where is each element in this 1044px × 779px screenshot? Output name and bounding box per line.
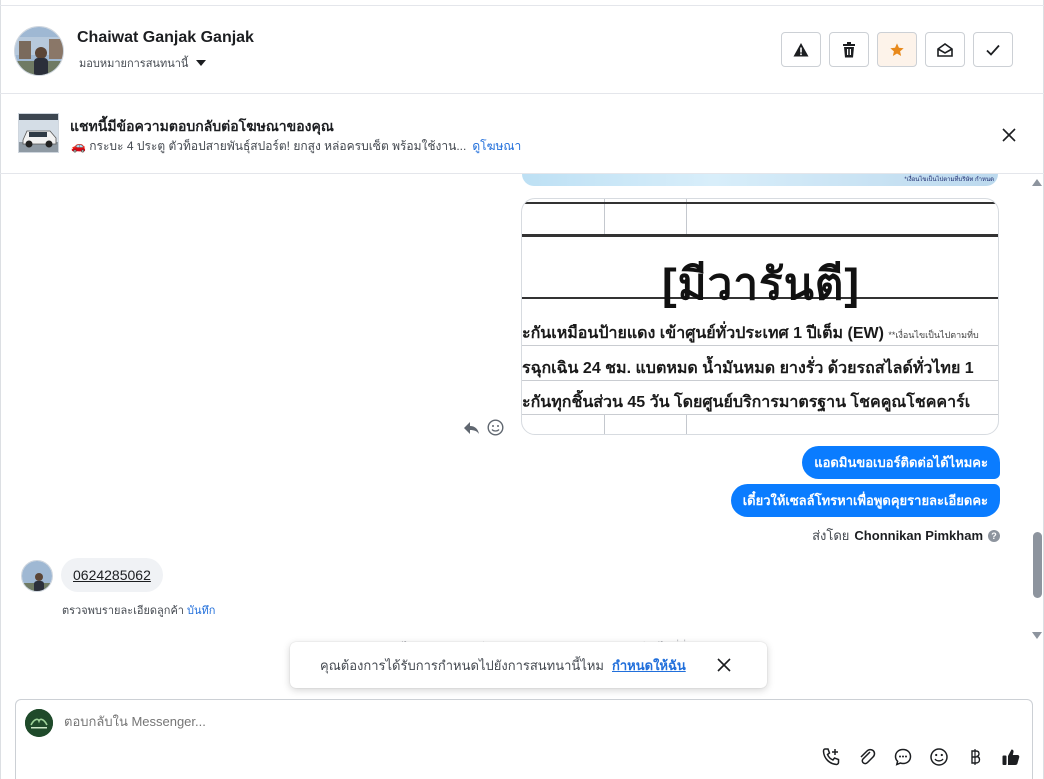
reply-button[interactable] xyxy=(463,421,480,440)
help-icon[interactable]: ? xyxy=(988,529,1000,542)
sent-by-name: Chonnikan Pimkham xyxy=(854,528,983,543)
image-grid-line xyxy=(686,414,687,434)
image-top-rule xyxy=(522,202,998,204)
reply-input[interactable] xyxy=(64,714,764,729)
message-composer xyxy=(15,699,1033,779)
image-row-separator xyxy=(522,414,998,415)
image-rule xyxy=(522,234,998,237)
save-details-link[interactable]: บันทึก xyxy=(187,605,215,617)
image-grid-line xyxy=(686,199,687,235)
warranty-line-1-note: **เงื่อนไขเป็นไปตามที่บ xyxy=(888,330,979,340)
sent-by-prefix: ส่งโดย xyxy=(812,528,850,543)
image-grid-line xyxy=(604,414,605,434)
contact-avatar[interactable] xyxy=(14,26,64,76)
outgoing-message[interactable]: แอดมินขอเบอร์ติดต่อได้ไหมคะ xyxy=(802,446,1000,479)
trash-icon xyxy=(843,41,855,57)
payment-button[interactable] xyxy=(964,746,986,768)
emoji-icon xyxy=(487,419,504,436)
conversation-header: Chaiwat Ganjak Ganjak มอบหมายการสนทนานี้ xyxy=(0,5,1044,94)
thumbs-up-icon xyxy=(1002,749,1020,765)
close-toast-button[interactable] xyxy=(715,656,733,674)
ad-banner-description-row: 🚗 กระบะ 4 ประตู ตัวท็อปสายพันธุ์สปอร์ต! … xyxy=(71,137,521,156)
delete-button[interactable] xyxy=(829,32,869,67)
view-ad-link[interactable]: ดูโฆษณา xyxy=(472,137,521,156)
warranty-line-3: ะกันทุกชิ้นส่วน 45 วัน โดยศูนย์บริการมาต… xyxy=(522,394,971,411)
ad-reply-banner: แชทนี้มีข้อความตอบกลับต่อโฆษณาของคุณ 🚗 ก… xyxy=(0,95,1044,174)
star-button[interactable] xyxy=(877,32,917,67)
ad-banner-title: แชทนี้มีข้อความตอบกลับต่อโฆษณาของคุณ xyxy=(70,118,334,134)
image-grid-line xyxy=(604,199,605,235)
mark-unread-icon xyxy=(937,42,953,57)
previous-image-attachment[interactable]: *เงื่อนไขเป็นไปตามที่บริษัท กำหนด xyxy=(522,174,998,186)
message-thread[interactable]: *เงื่อนไขเป็นไปตามที่บริษัท กำหนด [มีวาร… xyxy=(0,174,1044,696)
warranty-image-attachment[interactable]: [มีวารันตี] ะกันเหมือนป้ายแดง เข้าศูนย์ท… xyxy=(521,198,999,435)
attachment-icon xyxy=(860,748,876,765)
ad-thumbnail[interactable] xyxy=(18,113,59,153)
warranty-line-1-text: ะกันเหมือนป้ายแดง เข้าศูนย์ทั่วประเทศ 1 … xyxy=(522,325,884,342)
emoji-button[interactable] xyxy=(928,746,950,768)
incoming-message-phone[interactable]: 0624285062 xyxy=(61,558,163,592)
chevron-down-icon xyxy=(196,60,207,66)
saved-replies-button[interactable] xyxy=(892,746,914,768)
assign-prompt-toast: คุณต้องการได้รับการกำหนดไปยังการสนทนานี้… xyxy=(290,642,767,688)
reply-icon xyxy=(464,421,479,434)
image-row-separator xyxy=(522,345,998,346)
like-button[interactable] xyxy=(1000,746,1022,768)
add-call-icon xyxy=(822,748,840,766)
star-icon xyxy=(890,42,904,56)
close-banner-button[interactable] xyxy=(999,125,1019,145)
mark-done-button[interactable] xyxy=(973,32,1013,67)
message-actions xyxy=(463,419,504,441)
detected-text: ตรวจพบรายละเอียดลูกค้า xyxy=(62,605,184,617)
previous-image-note: *เงื่อนไขเป็นไปตามที่บริษัท กำหนด xyxy=(904,177,994,183)
composer-tools xyxy=(820,746,1022,768)
warranty-line-1: ะกันเหมือนป้ายแดง เข้าศูนย์ทั่วประเทศ 1 … xyxy=(522,321,998,346)
close-icon xyxy=(1002,128,1016,142)
contact-avatar-small[interactable] xyxy=(21,560,53,592)
header-actions xyxy=(781,32,1013,67)
warning-icon xyxy=(793,42,809,56)
react-button[interactable] xyxy=(487,419,504,441)
report-spam-button[interactable] xyxy=(781,32,821,67)
page-avatar xyxy=(25,709,53,737)
outgoing-message[interactable]: เดี๋ยวให้เซลล์โทรหาเพื่อพูดคุยรายละเอียด… xyxy=(730,484,1000,517)
image-row-separator xyxy=(522,380,998,381)
messenger-conversation: Chaiwat Ganjak Ganjak มอบหมายการสนทนานี้ xyxy=(0,0,1044,779)
scrollbar-thumb[interactable] xyxy=(1033,532,1042,598)
assign-to-me-link[interactable]: กำหนดให้ฉัน xyxy=(612,655,686,676)
ad-banner-description: 🚗 กระบะ 4 ประตู ตัวท็อปสายพันธุ์สปอร์ต! … xyxy=(71,139,467,153)
emoji-icon xyxy=(930,748,948,766)
close-icon xyxy=(717,658,731,672)
warranty-title: [มีวารันตี] xyxy=(661,260,860,309)
add-call-button[interactable] xyxy=(820,746,842,768)
warranty-line-2: รฉุกเฉิน 24 ชม. แบตหมด น้ำมันหมด ยางรั่ว… xyxy=(522,360,974,377)
scroll-down-arrow[interactable] xyxy=(1032,632,1042,639)
customer-details-detected: ตรวจพบรายละเอียดลูกค้า บันทึก xyxy=(62,601,215,619)
assign-dropdown[interactable]: มอบหมายการสนทนานี้ xyxy=(79,54,207,72)
contact-name[interactable]: Chaiwat Ganjak Ganjak xyxy=(77,29,254,47)
mark-unread-button[interactable] xyxy=(925,32,965,67)
toast-text: คุณต้องการได้รับการกำหนดไปยังการสนทนานี้… xyxy=(320,657,604,673)
saved-reply-icon xyxy=(894,748,912,766)
attach-button[interactable] xyxy=(856,746,878,768)
sent-by-row: ส่งโดย Chonnikan Pimkham ? xyxy=(812,525,1000,546)
check-icon xyxy=(986,44,1000,56)
baht-icon xyxy=(971,749,981,765)
scroll-up-arrow[interactable] xyxy=(1032,179,1042,186)
assign-label: มอบหมายการสนทนานี้ xyxy=(79,58,189,70)
